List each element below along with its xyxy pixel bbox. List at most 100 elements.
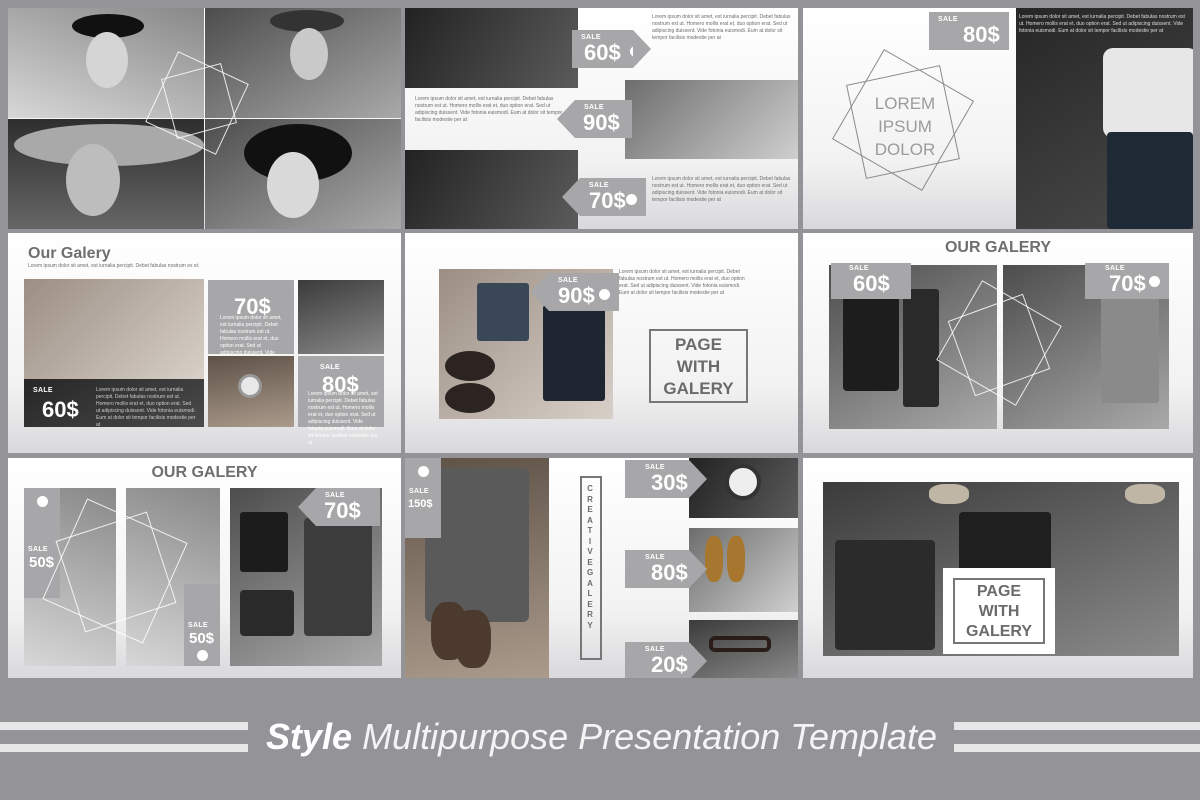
price-tag-70: SALE 70$	[562, 178, 646, 216]
title-text: Multipurpose Presentation Template	[362, 716, 938, 757]
price-tag-60: SALE 60$	[831, 263, 911, 299]
price-tag-60: SALE 60$	[572, 30, 651, 68]
slide-4-our-galery: Our Galery Lorem ipsum dolor sit amet, e…	[8, 233, 401, 453]
body-text: Lorem ipsum dolor sit amet, est iurnalia…	[308, 391, 378, 446]
lorem-title: LOREM IPSUM DOLOR	[874, 94, 936, 159]
page-with-galery-inner: PAGE WITH GALERY	[953, 578, 1045, 644]
dot-icon	[37, 496, 48, 507]
price: 90$	[583, 110, 620, 135]
price: 70$	[324, 498, 361, 523]
left-decor-bar	[0, 722, 248, 730]
face-shape	[267, 152, 319, 218]
price: 150$	[408, 498, 433, 510]
price: 70$	[1109, 271, 1146, 296]
face-shape	[86, 32, 128, 88]
jeans-shape	[1107, 132, 1193, 229]
slide-5-page-with-galery: SALE 90$ Lorem ipsum dolor sit amet, est…	[405, 233, 798, 453]
price-tag-80: SALE 80$	[625, 550, 707, 588]
price: 60$	[584, 40, 621, 65]
slide-9-store: PAGE WITH GALERY	[803, 458, 1193, 678]
shoes-shape	[727, 536, 745, 582]
lamp-shape	[929, 484, 969, 504]
dot-icon	[630, 46, 641, 57]
slide-8-creative-galery: SALE 150$ CREATIVE GALERY SALE 30$ SALE …	[405, 458, 798, 678]
body-text: Lorem ipsum dolor sit amet, est iurnalia…	[652, 14, 791, 41]
dot-icon	[418, 466, 429, 477]
glasses-shape	[709, 636, 771, 652]
slide-2-price-list: SALE 60$ SALE 90$ SALE 70$ Lorem ipsum d…	[405, 8, 798, 229]
right-decor-bar	[954, 744, 1200, 752]
left-decor-bar	[0, 744, 248, 752]
price-tag-90: SALE 90$	[557, 100, 632, 138]
clothes-rack-shape	[835, 540, 935, 650]
price-tag-70: SALE 70$	[1085, 263, 1169, 299]
shoes-photo	[405, 8, 578, 88]
right-decor-bar	[954, 722, 1200, 730]
slide-subtitle: Lorem ipsum dolor sit amet, est iurnalia…	[28, 263, 200, 269]
lamp-shape	[1125, 484, 1165, 504]
price-tag-80: SALE 80$	[929, 12, 1009, 50]
price-tag-60: SALE 60$	[24, 379, 94, 427]
body-text: Lorem ipsum dolor sit amet, est iurnalia…	[415, 96, 563, 123]
jeans-shape	[240, 512, 288, 572]
price: 70$	[589, 188, 626, 213]
price: 20$	[651, 652, 688, 677]
page-with-galery-box: PAGE WITH GALERY	[943, 568, 1055, 654]
brand-word: Style	[266, 716, 353, 757]
price-tag-20: SALE 20$	[625, 642, 707, 678]
slide-6-our-galery: OUR GALERY SALE 60$ SALE 70$	[803, 233, 1193, 453]
jacket-shape	[304, 518, 372, 636]
price-tag-70: SALE 70$	[298, 488, 380, 526]
slide-title: OUR GALERY	[944, 239, 1052, 256]
shoes-shape	[455, 610, 491, 668]
price: 90$	[558, 283, 595, 308]
price-tag-150: SALE 150$	[405, 458, 441, 538]
watch-face-shape	[238, 374, 262, 398]
sweater-shape	[543, 305, 605, 401]
sale-label: SALE	[28, 546, 48, 553]
creative-galery-label: CREATIVE GALERY	[587, 484, 596, 630]
dot-icon	[599, 289, 610, 300]
jeans-shape	[903, 289, 939, 407]
price: 80$	[651, 560, 688, 585]
watch-face-shape	[725, 464, 761, 500]
slide-1-portraits	[8, 8, 401, 229]
slide-7-our-galery: OUR GALERY SALE 50$ SALE 50$ SALE 70$	[8, 458, 401, 678]
sale-label: SALE	[938, 16, 958, 23]
sale-label: SALE	[33, 387, 53, 394]
boots-shape	[240, 590, 294, 636]
car-photo	[298, 280, 384, 354]
body-text: Lorem ipsum dolor sit amet, est iurnalia…	[619, 269, 745, 296]
bag-photo	[405, 150, 578, 229]
body-text: Lorem ipsum dolor sit amet, est iurnalia…	[96, 387, 196, 428]
slide-3-lorem: SALE 80$ Lorem ipsum dolor sit amet, est…	[803, 8, 1193, 229]
boots-shape	[445, 383, 495, 413]
sale-label: SALE	[188, 622, 208, 629]
watch-arm-photo	[24, 279, 204, 379]
shoes-shape	[705, 536, 723, 582]
body-text: Lorem ipsum dolor sit amet, est iurnalia…	[652, 176, 791, 203]
slide-title: OUR GALERY	[151, 464, 258, 481]
dot-icon	[626, 194, 637, 205]
creative-galery-box: CREATIVE GALERY	[580, 476, 602, 660]
shirt-shape	[1101, 297, 1159, 403]
jacket-shape	[843, 295, 899, 391]
price: 60$	[42, 397, 79, 422]
price-tag-90: SALE 90$	[531, 273, 619, 311]
dot-icon	[1149, 276, 1160, 287]
price-tag-30: SALE 30$	[625, 460, 707, 498]
slide-title: Our Galery	[28, 245, 111, 262]
boots-shape	[445, 351, 495, 381]
price: 50$	[189, 630, 215, 647]
jeans-shape	[477, 283, 529, 341]
footer-title: Style Multipurpose Presentation Template	[266, 716, 937, 758]
price: 30$	[651, 470, 688, 495]
torso-shape	[1103, 48, 1193, 138]
price: 80$	[963, 22, 1000, 47]
price: 60$	[853, 271, 890, 296]
face-shape	[66, 144, 120, 216]
sale-label: SALE	[409, 488, 429, 495]
shoes-tie-photo	[625, 80, 798, 159]
price: 50$	[29, 554, 55, 571]
body-text: Lorem ipsum dolor sit amet, est iurnalia…	[1019, 14, 1185, 34]
